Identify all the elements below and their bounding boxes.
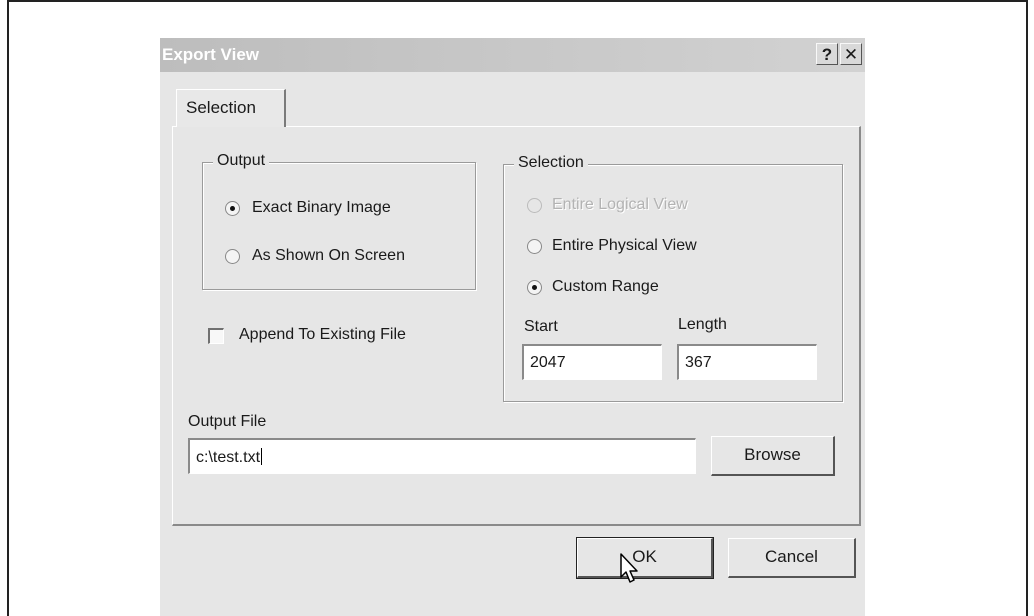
tab-label: Selection — [186, 98, 256, 117]
output-group-legend: Output — [213, 152, 270, 170]
output-file-input[interactable]: c:\test.txt — [188, 438, 696, 474]
selection-group-legend: Selection — [514, 154, 588, 172]
output-file-value: c:\test.txt — [196, 449, 261, 466]
start-input[interactable]: 2047 — [522, 344, 662, 380]
radio-label-entire-physical-view[interactable]: Entire Physical View — [552, 237, 697, 255]
radio-label-exact-binary-image[interactable]: Exact Binary Image — [252, 199, 391, 217]
help-button[interactable]: ? — [816, 43, 838, 65]
browse-button[interactable]: Browse — [711, 436, 835, 476]
append-checkbox-label[interactable]: Append To Existing File — [239, 326, 406, 344]
radio-entire-logical-view[interactable] — [527, 198, 542, 213]
cancel-button[interactable]: Cancel — [728, 538, 856, 578]
output-group: Output — [202, 152, 476, 290]
output-file-label: Output File — [188, 413, 267, 430]
append-checkbox[interactable] — [208, 328, 224, 344]
title-bar[interactable]: Export View ? ✕ — [160, 38, 865, 72]
radio-entire-physical-view[interactable] — [527, 239, 542, 254]
mouse-cursor-icon — [620, 553, 638, 583]
radio-custom-range[interactable] — [527, 280, 542, 295]
length-input[interactable]: 367 — [677, 344, 817, 380]
text-caret — [261, 448, 263, 465]
radio-exact-binary-image[interactable] — [225, 201, 240, 216]
tab-selection[interactable]: Selection — [176, 89, 286, 127]
radio-as-shown-on-screen[interactable] — [225, 249, 240, 264]
radio-label-as-shown-on-screen[interactable]: As Shown On Screen — [252, 247, 405, 265]
start-label: Start — [524, 318, 558, 335]
radio-label-custom-range[interactable]: Custom Range — [552, 278, 659, 296]
close-button[interactable]: ✕ — [840, 43, 862, 65]
export-view-dialog: Export View ? ✕ Selection Output Exact B… — [160, 38, 865, 616]
radio-label-entire-logical-view[interactable]: Entire Logical View — [552, 196, 688, 214]
dialog-title: Export View — [162, 45, 259, 64]
length-label: Length — [678, 316, 727, 333]
ok-button[interactable]: OK — [576, 537, 714, 579]
